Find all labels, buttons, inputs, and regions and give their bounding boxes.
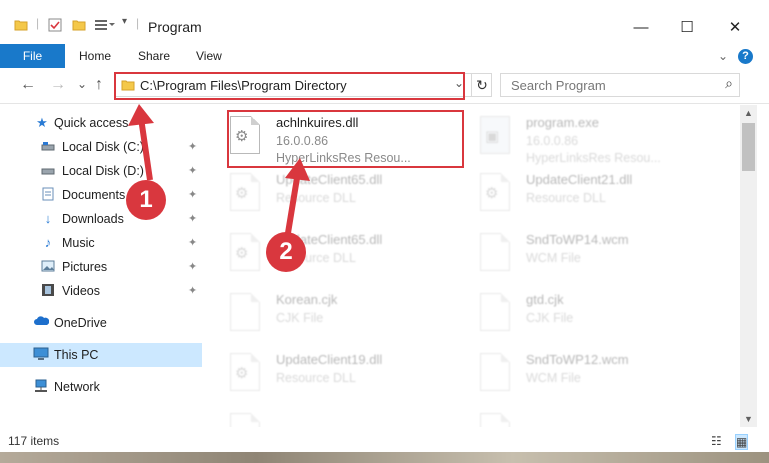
arrow-1-shaft	[138, 117, 153, 181]
annotation-arrows	[128, 104, 310, 234]
arrow-2-shaft	[285, 171, 301, 234]
arrow-2-head	[285, 158, 310, 181]
step-badge-1: 1	[126, 180, 166, 220]
arrow-1-head	[128, 104, 154, 126]
step-badge-2: 2	[266, 232, 306, 272]
